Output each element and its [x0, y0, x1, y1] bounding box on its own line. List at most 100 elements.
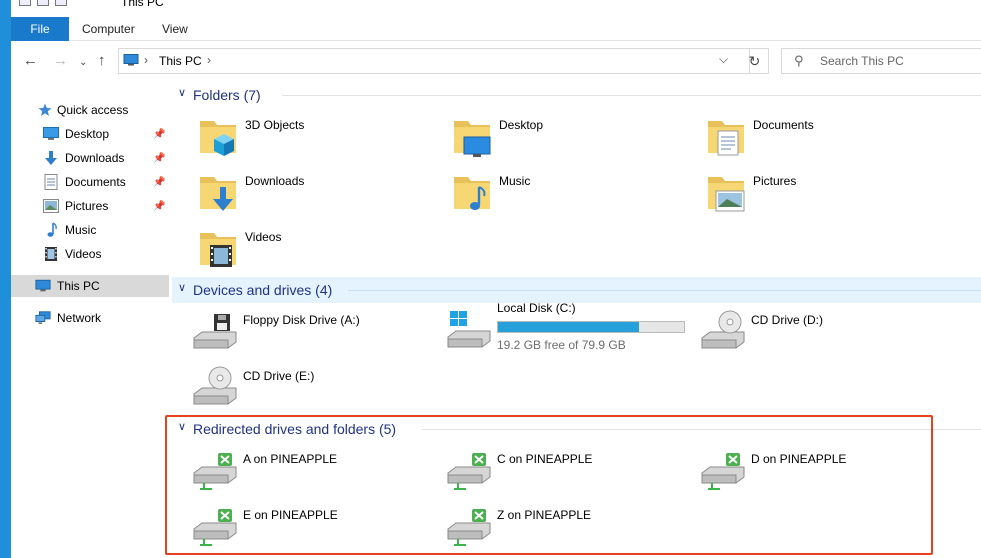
network-drive-disconnected-icon [193, 453, 237, 490]
nav-item-documents[interactable]: Documents 📌 [11, 171, 169, 193]
documents-folder-icon [708, 121, 744, 156]
star-icon [37, 102, 53, 118]
nav-quick-access[interactable]: Quick access [11, 99, 169, 121]
breadcrumb-separator[interactable]: › [207, 53, 211, 67]
videos-icon [43, 246, 59, 262]
pin-icon[interactable]: 📌 [153, 201, 165, 212]
nav-item-videos[interactable]: Videos [11, 243, 169, 265]
group-header-devices[interactable]: ∨ Devices and drives (4) [172, 277, 981, 303]
address-bar[interactable]: › This PC › ⌵ [118, 48, 750, 74]
address-dropdown-icon[interactable]: ⌵ [719, 52, 728, 67]
drive-cd-e[interactable]: CD Drive (E:) [192, 364, 432, 416]
nav-item-downloads[interactable]: Downloads 📌 [11, 147, 169, 169]
pin-icon[interactable]: 📌 [153, 129, 165, 140]
back-button[interactable]: ← [23, 52, 38, 70]
chevron-down-icon[interactable]: ∨ [178, 420, 186, 433]
folder-desktop[interactable]: Desktop [448, 113, 688, 165]
videos-folder-icon [200, 233, 236, 267]
search-icon: ⚲ [794, 53, 804, 68]
nav-item-desktop[interactable]: Desktop 📌 [11, 123, 169, 145]
nav-item-music[interactable]: Music [11, 219, 169, 241]
nav-label: Pictures [65, 199, 109, 213]
item-label: Local Disk (C:) [497, 301, 576, 315]
pictures-icon [43, 198, 59, 214]
recent-locations-button[interactable]: ⌄ [79, 54, 87, 72]
new-folder-icon[interactable] [55, 0, 67, 6]
item-label: Desktop [499, 118, 544, 132]
search-input[interactable] [820, 52, 980, 70]
this-pc-icon [35, 278, 51, 294]
item-label: Music [499, 174, 531, 188]
pictures-folder-icon [708, 177, 745, 212]
refresh-button[interactable]: ↻ [741, 48, 769, 74]
item-label: Pictures [753, 174, 797, 188]
redirected-drive-e[interactable]: E on PINEAPPLE [192, 503, 432, 555]
folder-3d-objects[interactable]: 3D Objects [194, 113, 434, 165]
redirected-drive-a[interactable]: A on PINEAPPLE [192, 447, 432, 499]
item-label: Videos [245, 230, 282, 244]
nav-item-pictures[interactable]: Pictures 📌 [11, 195, 169, 217]
group-header-folders[interactable]: ∨ Folders (7) [172, 82, 981, 108]
divider [282, 95, 981, 96]
cd-drive-icon [701, 310, 745, 349]
folder-downloads[interactable]: Downloads [194, 169, 434, 221]
drive-cd-d[interactable]: CD Drive (D:) [700, 308, 940, 360]
desktop-icon [43, 126, 59, 142]
properties-icon[interactable] [37, 0, 49, 6]
computer-icon [19, 0, 31, 6]
network-drive-disconnected-icon [193, 509, 237, 546]
breadcrumb-separator[interactable]: › [144, 53, 148, 67]
downloads-folder-icon [200, 177, 236, 211]
tab-view[interactable]: View [162, 17, 188, 41]
cd-drive-icon [193, 366, 237, 405]
tab-file[interactable]: File [11, 17, 69, 41]
item-label: D on PINEAPPLE [751, 452, 847, 466]
nav-item-this-pc[interactable]: This PC [11, 275, 169, 297]
divider [422, 429, 981, 430]
pin-icon[interactable]: 📌 [153, 177, 165, 188]
item-label: E on PINEAPPLE [243, 508, 338, 522]
group-title: Devices and drives (4) [193, 282, 333, 298]
content-pane: ∨ Folders (7) 3D Objects Desktop Documen… [170, 81, 981, 558]
folder-pictures[interactable]: Pictures [702, 169, 942, 221]
redirected-drive-c[interactable]: C on PINEAPPLE [446, 447, 686, 499]
item-label: C on PINEAPPLE [497, 452, 593, 466]
desktop-edge [0, 0, 11, 558]
address-row: ← → ⌄ ↑ › This PC › ⌵ ↻ ⚲ [11, 41, 981, 81]
chevron-down-icon[interactable]: ∨ [178, 86, 186, 99]
documents-icon [43, 174, 59, 190]
nav-item-network[interactable]: Network [11, 307, 169, 329]
group-title: Redirected drives and folders (5) [193, 421, 397, 437]
item-label: CD Drive (E:) [243, 369, 315, 383]
folder-documents[interactable]: Documents [702, 113, 942, 165]
window-title: This PC [121, 0, 164, 9]
group-header-redirected[interactable]: ∨ Redirected drives and folders (5) [172, 416, 981, 442]
ribbon: File Computer View [11, 17, 981, 41]
folder-videos[interactable]: Videos [194, 225, 434, 277]
quick-access-toolbar[interactable] [19, 0, 67, 6]
floppy-drive-icon [193, 314, 237, 349]
breadcrumb-this-pc[interactable]: This PC [159, 54, 202, 68]
divider [348, 290, 981, 291]
redirected-drive-d[interactable]: D on PINEAPPLE [700, 447, 940, 499]
tab-computer[interactable]: Computer [82, 17, 135, 41]
item-label: Z on PINEAPPLE [497, 508, 592, 522]
drive-details: Local Disk (C:) 19.2 GB free of 79.9 GB [497, 301, 697, 353]
chevron-down-icon[interactable]: ∨ [178, 281, 186, 294]
forward-button[interactable]: → [53, 52, 68, 70]
nav-label: Documents [65, 175, 126, 189]
redirected-drive-z[interactable]: Z on PINEAPPLE [446, 503, 686, 555]
nav-label: Downloads [65, 151, 125, 165]
music-folder-icon [454, 177, 490, 210]
nav-label: Music [65, 223, 97, 237]
desktop-folder-icon [454, 121, 491, 157]
search-box[interactable]: ⚲ [781, 48, 981, 74]
up-button[interactable]: ↑ [98, 52, 106, 70]
drive-usage-bar [497, 321, 685, 333]
drive-free-space: 19.2 GB free of 79.9 GB [497, 338, 626, 352]
folder-music[interactable]: Music [448, 169, 688, 221]
downloads-icon [43, 150, 59, 166]
drive-floppy-a[interactable]: Floppy Disk Drive (A:) [192, 308, 432, 360]
drive-local-c[interactable]: Local Disk (C:) 19.2 GB free of 79.9 GB [446, 301, 706, 353]
pin-icon[interactable]: 📌 [153, 153, 165, 164]
